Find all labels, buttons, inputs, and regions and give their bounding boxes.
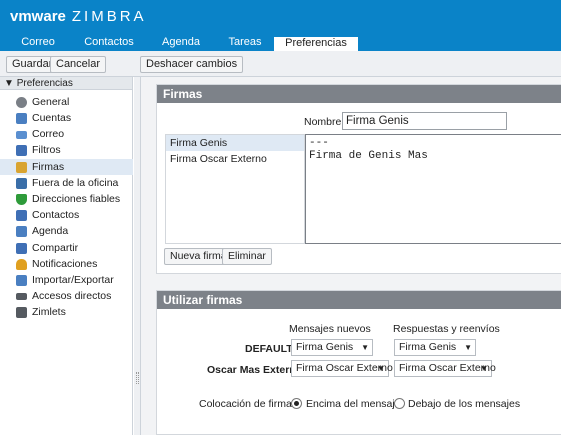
sidebar-item-compartir[interactable]: Compartir <box>0 240 133 256</box>
contacts-icon <box>16 210 27 221</box>
radio-above-label[interactable]: Encima del mensaje <box>306 398 401 410</box>
sidebar-item-agenda[interactable]: Agenda <box>0 223 133 239</box>
out-of-office-icon <box>16 178 27 189</box>
sidebar-item-label: Importar/Exportar <box>32 274 114 286</box>
logo-zimbra: ZIMBRA <box>71 8 147 25</box>
sidebar-splitter[interactable] <box>134 77 141 435</box>
utilizar-firmas-section-title: Utilizar firmas <box>157 291 561 309</box>
tab-preferencias[interactable]: Preferencias <box>274 35 358 51</box>
zimlet-icon <box>16 307 27 318</box>
sidebar-item-label: Firmas <box>32 161 65 173</box>
sidebar-item-direcciones-fiables[interactable]: Direcciones fiables <box>0 191 133 207</box>
sidebar-item-accesos-directos[interactable]: Accesos directos <box>0 288 133 304</box>
preferences-content: Firmas Nombre: Firma Genis Firma Genis F… <box>141 77 561 435</box>
row-label-default: DEFAULT: <box>245 343 295 355</box>
signature-name-input[interactable]: Firma Genis <box>342 112 507 130</box>
list-item[interactable]: Firma Oscar Externo <box>166 151 304 167</box>
sidebar-item-firmas[interactable]: Firmas <box>0 159 133 175</box>
splitter-grip-icon[interactable] <box>136 372 139 384</box>
utilizar-firmas-section: Utilizar firmas Mensajes nuevos Respuest… <box>156 290 561 435</box>
radio-below-messages[interactable] <box>394 398 405 409</box>
sidebar-item-label: Zimlets <box>32 306 66 318</box>
sidebar-item-notificaciones[interactable]: Notificaciones <box>0 256 133 272</box>
mail-icon <box>16 131 27 139</box>
bell-icon <box>16 259 27 270</box>
oscar-reply-select[interactable]: Firma Oscar Externo ▼ <box>394 360 496 377</box>
tab-tareas[interactable]: Tareas <box>218 35 272 51</box>
chevron-down-icon: ▼ <box>480 364 488 373</box>
sidebar-header-label: Preferencias <box>16 78 73 89</box>
sidebar-item-importar-exportar[interactable]: Importar/Exportar <box>0 272 133 288</box>
column-header-new: Mensajes nuevos <box>289 323 371 335</box>
placement-label: Colocación de firmas: <box>199 398 300 410</box>
signature-list: Firma Genis Firma Oscar Externo <box>165 134 305 244</box>
preferences-sidebar: ▼ Preferencias General Cuentas Correo Fi… <box>0 77 133 435</box>
signature-icon <box>16 162 27 173</box>
column-header-reply: Respuestas y reenvíos <box>393 323 500 335</box>
share-icon <box>16 243 27 254</box>
sidebar-item-label: Notificaciones <box>32 258 98 270</box>
select-value: Firma Genis <box>296 341 354 353</box>
cancel-button[interactable]: Cancelar <box>50 56 107 73</box>
tab-agenda[interactable]: Agenda <box>146 35 216 51</box>
app-tab-bar: Correo Contactos Agenda Tareas Preferenc… <box>0 35 561 51</box>
logo-vmware: vmware <box>10 8 66 25</box>
oscar-new-select[interactable]: Firma Oscar Externo ▼ <box>291 360 393 377</box>
sidebar-item-contactos[interactable]: Contactos <box>0 207 133 223</box>
collapse-triangle-icon[interactable]: ▼ <box>4 78 14 89</box>
sidebar-item-general[interactable]: General <box>0 94 133 110</box>
sidebar-item-label: Cuentas <box>32 112 72 124</box>
select-value: Firma Genis <box>399 341 457 353</box>
sidebar-item-label: Fuera de la oficina <box>32 177 119 189</box>
chevron-down-icon: ▼ <box>361 343 369 352</box>
undo-changes-button[interactable]: Deshacer cambios <box>140 56 244 73</box>
sidebar-item-fuera-oficina[interactable]: Fuera de la oficina <box>0 175 133 191</box>
sidebar-item-label: Accesos directos <box>32 290 112 302</box>
sidebar-item-label: Direcciones fiables <box>32 193 121 205</box>
import-export-icon <box>16 275 27 286</box>
signature-name-label: Nombre: <box>304 116 345 128</box>
sidebar-item-cuentas[interactable]: Cuentas <box>0 110 133 126</box>
top-banner: vmware ZIMBRA <box>0 0 561 35</box>
sidebar-item-label: Contactos <box>32 209 80 221</box>
sidebar-item-label: Filtros <box>32 144 61 156</box>
gear-icon <box>16 97 27 108</box>
list-item[interactable]: Firma Genis <box>166 135 304 151</box>
sidebar-item-filtros[interactable]: Filtros <box>0 142 133 158</box>
firmas-section-title: Firmas <box>157 85 561 103</box>
sidebar-item-zimlets[interactable]: Zimlets <box>0 304 133 320</box>
sidebar-item-label: General <box>32 96 70 108</box>
sidebar-item-label: Compartir <box>32 242 79 254</box>
radio-above-message[interactable] <box>291 398 302 409</box>
user-icon <box>16 113 27 124</box>
firmas-section: Firmas Nombre: Firma Genis Firma Genis F… <box>156 84 561 274</box>
chevron-down-icon: ▼ <box>377 364 385 373</box>
sidebar-item-label: Agenda <box>32 225 69 237</box>
delete-signature-button[interactable]: Eliminar <box>222 248 272 265</box>
keyboard-icon <box>16 293 27 300</box>
default-reply-select[interactable]: Firma Genis ▼ <box>394 339 476 356</box>
signature-editor[interactable]: --- Firma de Genis Mas <box>305 134 561 244</box>
radio-below-label[interactable]: Debajo de los mensajes <box>408 398 520 410</box>
calendar-icon <box>16 226 27 237</box>
tab-correo[interactable]: Correo <box>3 35 73 51</box>
vmware-zimbra-logo[interactable]: vmware ZIMBRA <box>10 8 147 25</box>
sidebar-header[interactable]: ▼ Preferencias <box>0 77 132 90</box>
tab-contactos[interactable]: Contactos <box>74 35 144 51</box>
sidebar-item-correo[interactable]: Correo <box>0 126 133 142</box>
chevron-down-icon: ▼ <box>464 343 472 352</box>
filter-icon <box>16 145 27 156</box>
sidebar-item-label: Correo <box>32 128 65 140</box>
shield-icon <box>16 194 27 205</box>
default-new-select[interactable]: Firma Genis ▼ <box>291 339 373 356</box>
toolbar: Guardar Cancelar Deshacer cambios <box>0 51 561 77</box>
